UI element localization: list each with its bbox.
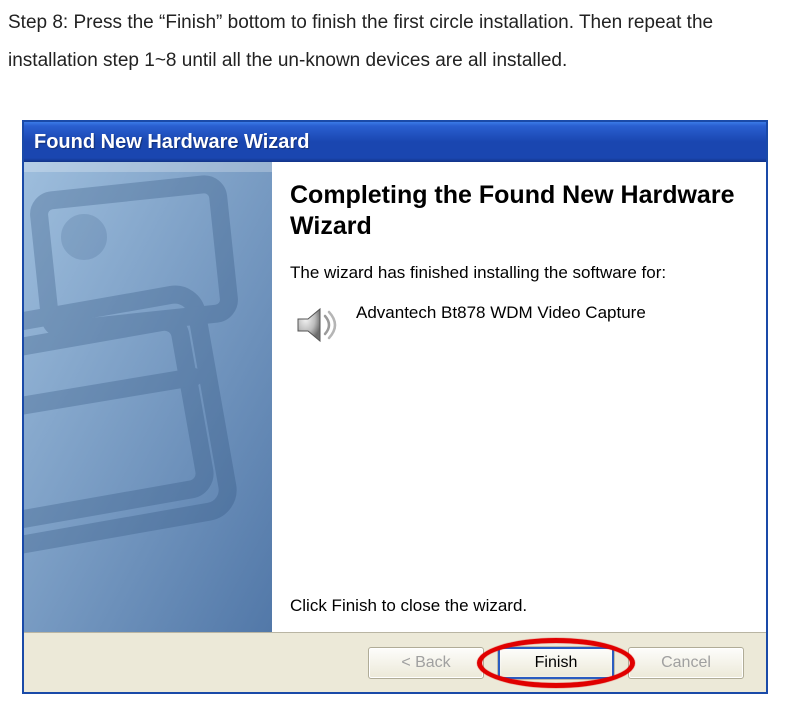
back-button: < Back bbox=[368, 647, 484, 679]
dialog-content: Completing the Found New Hardware Wizard… bbox=[24, 162, 766, 632]
device-row: Advantech Bt878 WDM Video Capture bbox=[292, 301, 738, 349]
button-bar: < Back Finish Cancel bbox=[24, 632, 766, 692]
wizard-main-panel: Completing the Found New Hardware Wizard… bbox=[272, 162, 766, 632]
finish-button[interactable]: Finish bbox=[498, 647, 614, 679]
wizard-finished-text: The wizard has finished installing the s… bbox=[290, 263, 738, 283]
title-bar[interactable]: Found New Hardware Wizard bbox=[24, 122, 766, 162]
wizard-side-graphic bbox=[24, 162, 272, 632]
wizard-dialog: Found New Hardware Wizard bbox=[22, 120, 768, 694]
instruction-text: Step 8: Press the “Finish” bottom to fin… bbox=[0, 0, 790, 80]
close-instruction-text: Click Finish to close the wizard. bbox=[290, 596, 738, 616]
speaker-icon bbox=[292, 301, 340, 349]
cancel-button: Cancel bbox=[628, 647, 744, 679]
window-title: Found New Hardware Wizard bbox=[34, 131, 309, 154]
wizard-watermark-icon bbox=[24, 162, 272, 632]
wizard-heading: Completing the Found New Hardware Wizard bbox=[290, 180, 738, 243]
device-name-label: Advantech Bt878 WDM Video Capture bbox=[356, 301, 646, 323]
